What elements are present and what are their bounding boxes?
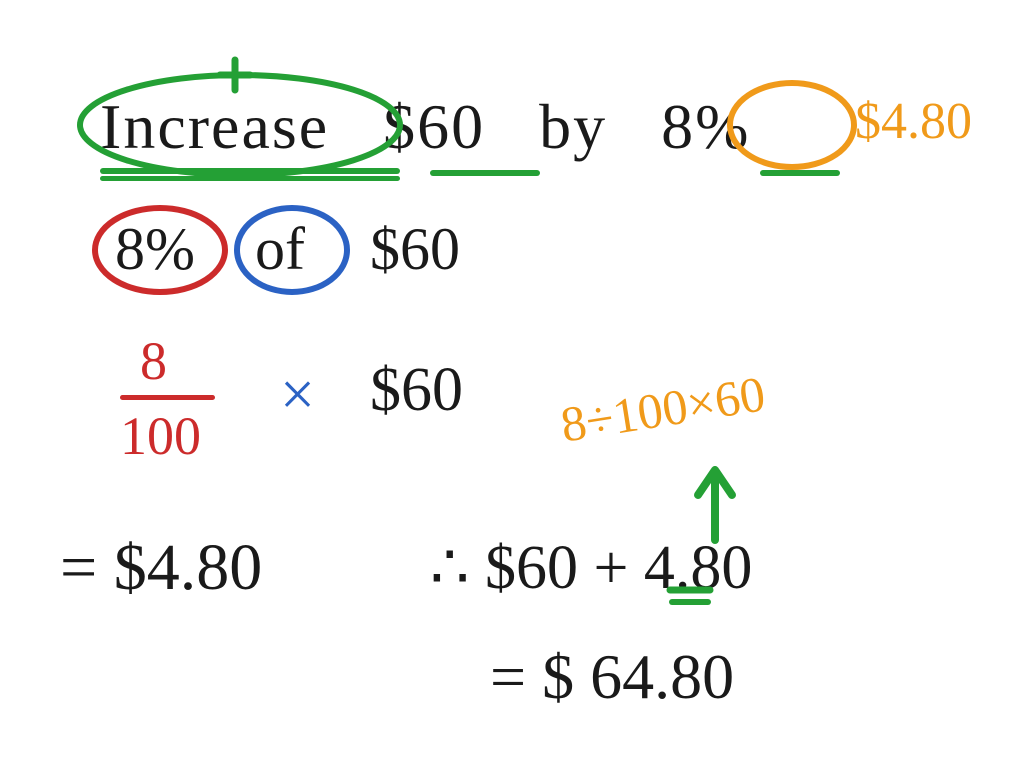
fraction-numerator: 8 [140, 330, 167, 392]
final-result: = $ 64.80 [490, 640, 734, 714]
increase-value-annot: $4.80 [855, 92, 972, 151]
percent-8: 8% [661, 91, 750, 162]
underline-increase-2 [100, 176, 400, 181]
amount-60: $60 [383, 91, 485, 162]
step-8pc: 8% [115, 215, 195, 284]
underline-60 [430, 170, 540, 176]
word-increase: Increase [100, 91, 329, 162]
result-480: = $4.80 [60, 530, 262, 606]
fraction-bar [120, 395, 215, 400]
fraction-denominator: 100 [120, 405, 201, 467]
underline-8pc [760, 170, 840, 176]
alt-calc: 8÷100×60 [557, 364, 769, 453]
whiteboard: Increase $60 by 8% $4.80 8% of $60 8 100… [0, 0, 1024, 768]
problem-statement: Increase $60 by 8% [100, 90, 750, 164]
underline-increase [100, 168, 400, 174]
step-of: of [255, 215, 305, 284]
fraction-amount: $60 [370, 355, 463, 426]
therefore-line: ∴ $60 + 4.80 [430, 530, 752, 604]
step-60: $60 [370, 215, 460, 284]
therefore-text: ∴ $60 + 4.80 [430, 534, 752, 602]
word-by: by [539, 91, 607, 162]
times-symbol: × [280, 360, 315, 431]
